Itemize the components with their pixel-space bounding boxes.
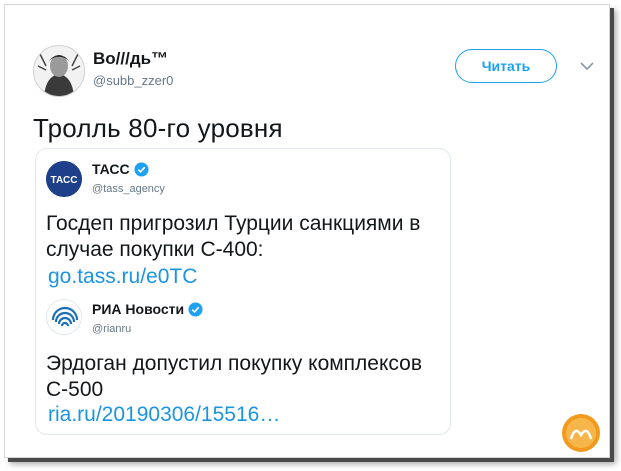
follow-button[interactable]: Читать xyxy=(455,49,557,83)
tweet-text: Тролль 80-го уровня xyxy=(33,113,283,143)
quote-text-line: Эрдоган допустил покупку комплексов xyxy=(46,352,422,375)
author-handle[interactable]: @subb_zzer0 xyxy=(93,73,173,88)
quote-text-line: С-500 xyxy=(46,378,104,401)
avatar-portrait-icon xyxy=(34,46,84,96)
quote-text-line: случае покупки С-400: xyxy=(46,238,264,261)
ria-logo-icon[interactable] xyxy=(46,299,82,335)
tass-logo-icon[interactable]: ТАСС xyxy=(46,161,82,197)
quote-link[interactable]: go.tass.ru/e0TC xyxy=(48,265,197,289)
quote-text-line: Госдеп пригрозил Турции санкциями в xyxy=(46,212,421,235)
quote-author-name-text: ТАСС xyxy=(92,161,130,177)
verified-badge-icon xyxy=(188,301,203,317)
avatar[interactable] xyxy=(33,45,85,97)
quote-text: Госдеп пригрозил Турции санкциями в случ… xyxy=(46,211,446,263)
quote-text: Эрдоган допустил покупку комплексов С-50… xyxy=(46,351,446,403)
quoted-tweets-card[interactable]: ТАСС ТАСС @tass_agency Госдеп пригрозил … xyxy=(35,148,451,435)
watermark-logo xyxy=(562,414,600,452)
verified-badge-icon xyxy=(134,161,149,177)
tweet-card: Во///дь™ @subb_zzer0 Читать Тролль 80-го… xyxy=(5,5,609,457)
quote-author-handle[interactable]: @rianru xyxy=(92,323,131,335)
tass-logo-text: ТАСС xyxy=(51,175,78,186)
screenshot-frame: Во///дь™ @subb_zzer0 Читать Тролль 80-го… xyxy=(4,4,610,458)
quote-author-name[interactable]: ТАСС xyxy=(92,161,149,177)
quote-author-handle[interactable]: @tass_agency xyxy=(92,183,165,195)
quote-author-name[interactable]: РИА Новости xyxy=(92,301,203,317)
author-name[interactable]: Во///дь™ xyxy=(93,49,168,69)
quote-author-name-text: РИА Новости xyxy=(92,301,185,317)
chevron-down-icon[interactable] xyxy=(579,60,595,72)
quote-link[interactable]: ria.ru/20190306/15516… xyxy=(48,403,280,427)
